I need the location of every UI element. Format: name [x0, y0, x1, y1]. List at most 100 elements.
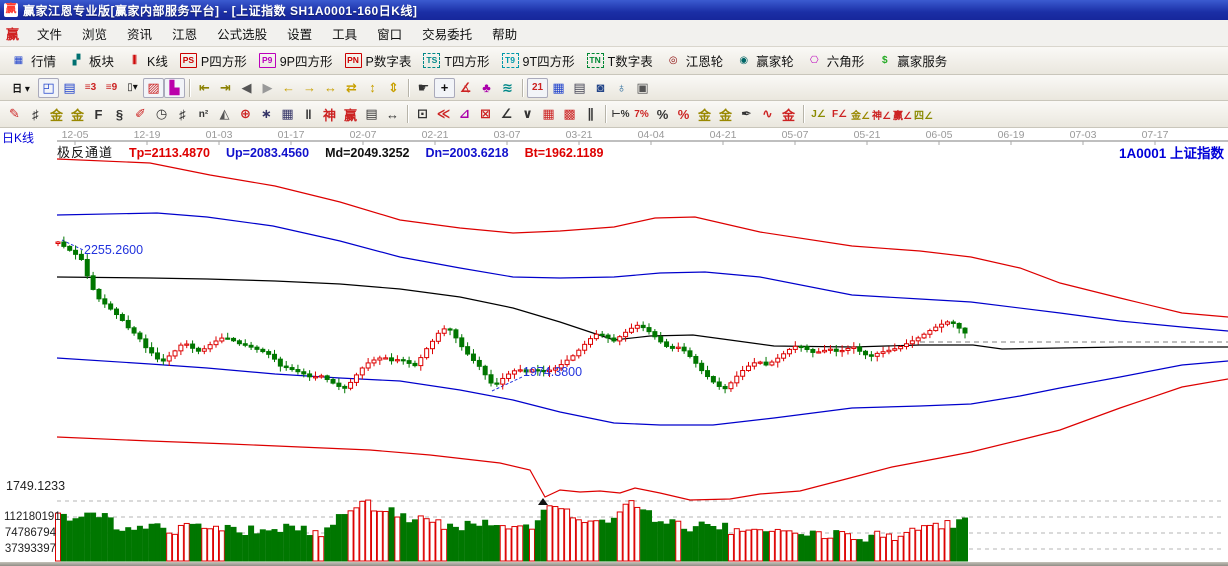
n-square-tool[interactable]: n² [193, 104, 214, 124]
candle-style-dropdown[interactable]: ▯▾ [122, 78, 143, 98]
print-icon[interactable]: ▣ [632, 78, 653, 98]
indicator-name[interactable]: 极反通道 [57, 142, 113, 161]
fan-square-tool[interactable]: ⊠ [475, 104, 496, 124]
hand-tool[interactable]: ☛ [413, 78, 434, 98]
red-grid-tool[interactable]: ▦ [538, 104, 559, 124]
shrink-right-button[interactable]: → [299, 78, 320, 98]
gold-ruler-tool[interactable]: 金 [46, 104, 67, 124]
spiral-tool[interactable]: § [109, 104, 130, 124]
winner-service-button[interactable]: $赢家服务 [870, 48, 953, 73]
pattern-icon[interactable]: ▨ [143, 78, 164, 98]
title-bar[interactable]: 赢 赢家江恩专业版[赢家内部服务平台] - [上证指数 SH1A0001-160… [0, 0, 1228, 20]
t-digit-table-button[interactable]: TNT数字表 [581, 48, 659, 73]
menu-item-1[interactable]: 浏览 [72, 20, 117, 47]
shen-angle-tool[interactable]: 神∠ [871, 104, 892, 124]
kline-button[interactable]: ⫼K线 [120, 48, 174, 73]
menu-item-8[interactable]: 交易委托 [412, 20, 482, 47]
first-page-button[interactable]: ⇤ [194, 78, 215, 98]
shen-ruler-tool[interactable]: 神 [319, 104, 340, 124]
expand-h-button[interactable]: ↔ [320, 78, 341, 98]
sectors-button[interactable]: ▞板块 [62, 48, 120, 73]
zigzag-tool[interactable]: ∨ [517, 104, 538, 124]
wave-red-tool[interactable]: ∿ [757, 104, 778, 124]
red-grid-box-tool[interactable]: ▩ [559, 104, 580, 124]
ninet-square-button[interactable]: T99T四方形 [496, 48, 581, 73]
span-arrow-tool[interactable]: ↔ [382, 104, 403, 124]
shrink-left-button[interactable]: ← [278, 78, 299, 98]
expand-v-button[interactable]: ↕ [362, 78, 383, 98]
percent-tool[interactable]: % [652, 104, 673, 124]
menu-item-4[interactable]: 公式选股 [207, 20, 277, 47]
bars-9-icon[interactable]: ≡9 [101, 78, 122, 98]
gold-ruler2-tool[interactable]: 金 [67, 104, 88, 124]
p-digit-table-button[interactable]: PNP数字表 [339, 48, 418, 73]
wave-tool[interactable]: ≋ [497, 78, 518, 98]
ruler2-tool[interactable]: ♯ [172, 104, 193, 124]
pen-tool[interactable]: ✒ [736, 104, 757, 124]
purple-tool[interactable]: ♣ [476, 78, 497, 98]
gold-angle-tool[interactable]: 金∠ [850, 104, 871, 124]
pencil-ruler-tool[interactable]: ✐ [130, 104, 151, 124]
gold-red-tool[interactable]: 金 [778, 104, 799, 124]
menu-item-0[interactable]: 文件 [27, 20, 72, 47]
symbol-label[interactable]: 1A0001 上证指数 [1119, 142, 1224, 162]
zoom-box-icon[interactable]: ◰ [38, 78, 59, 98]
web-data-icon[interactable]: ♁ [611, 78, 632, 98]
fan-box-tool[interactable]: ⊿ [454, 104, 475, 124]
parallel-lines-tool[interactable]: ∥ [580, 104, 601, 124]
save-icon[interactable]: ◙ [590, 78, 611, 98]
menu-item-9[interactable]: 帮助 [482, 20, 527, 47]
kline-pane-tab[interactable]: 日K线 [2, 129, 34, 146]
period-dropdown[interactable]: 日 ▾ [4, 78, 38, 98]
hexagon-button[interactable]: ⎔六角形 [800, 48, 871, 73]
pencil-tool[interactable]: ✎ [4, 104, 25, 124]
four-angle-tool[interactable]: 四∠ [913, 104, 934, 124]
win-angle-tool[interactable]: 赢∠ [892, 104, 913, 124]
gann-wheel-button[interactable]: ◎江恩轮 [659, 48, 730, 73]
menu-item-2[interactable]: 资讯 [117, 20, 162, 47]
web-box-tool[interactable]: ▦ [277, 104, 298, 124]
histogram-icon[interactable]: ▙ [164, 78, 185, 98]
quotes-button[interactable]: ▦行情 [4, 48, 62, 73]
j-angle-tool[interactable]: J∠ [808, 104, 829, 124]
win-ruler-tool[interactable]: 赢 [340, 104, 361, 124]
winner-wheel-button[interactable]: ◉赢家轮 [729, 48, 800, 73]
arc-clock-tool[interactable]: ◷ [151, 104, 172, 124]
gold-circle-tool[interactable]: 金 [694, 104, 715, 124]
chart-canvas[interactable] [0, 128, 1228, 562]
percent-red-tool[interactable]: % [673, 104, 694, 124]
bars-3-icon[interactable]: ≡3 [80, 78, 101, 98]
seven-percent-tool[interactable]: 7% [631, 104, 652, 124]
ninep-square-button[interactable]: P99P四方形 [253, 48, 339, 73]
star-web-tool[interactable]: ∗ [256, 104, 277, 124]
gold-lines-tool[interactable]: 金 [715, 104, 736, 124]
swap-h-button[interactable]: ⇄ [341, 78, 362, 98]
target-circle-tool[interactable]: ⊕ [235, 104, 256, 124]
prev-button[interactable]: ◀ [236, 78, 257, 98]
fan-red-tool[interactable]: ≪ [433, 104, 454, 124]
t-square-button[interactable]: TST四方形 [417, 48, 495, 73]
angle-lines-tool[interactable]: ∠ [496, 104, 517, 124]
last-page-button[interactable]: ⇥ [215, 78, 236, 98]
angle-measure-tool[interactable]: ∡ [455, 78, 476, 98]
notes-icon[interactable]: ▤ [569, 78, 590, 98]
menu-item-5[interactable]: 设置 [277, 20, 322, 47]
calendar-icon[interactable]: 21 [527, 78, 548, 98]
box-frame-tool[interactable]: ⊡ [412, 104, 433, 124]
double-line-tool[interactable]: ‖ [298, 104, 319, 124]
calculator-icon[interactable]: ▦ [548, 78, 569, 98]
menu-item-6[interactable]: 工具 [322, 20, 367, 47]
f-ruler-tool[interactable]: F [88, 104, 109, 124]
percent-ruler-tool[interactable]: ⊢% [610, 104, 631, 124]
ruler-tool[interactable]: ♯ [25, 104, 46, 124]
info-list-icon[interactable]: ▤ [59, 78, 80, 98]
menu-item-7[interactable]: 窗口 [367, 20, 412, 47]
crosshair-tool[interactable]: + [434, 78, 455, 98]
p-square-button[interactable]: PSP四方形 [174, 48, 253, 73]
triangle-tool[interactable]: ◭ [214, 104, 235, 124]
swap-v-button[interactable]: ⇕ [383, 78, 404, 98]
menu-item-3[interactable]: 江恩 [162, 20, 207, 47]
grid-123-tool[interactable]: ▤ [361, 104, 382, 124]
f-angle-tool[interactable]: F∠ [829, 104, 850, 124]
next-button[interactable]: ▶ [257, 78, 278, 98]
